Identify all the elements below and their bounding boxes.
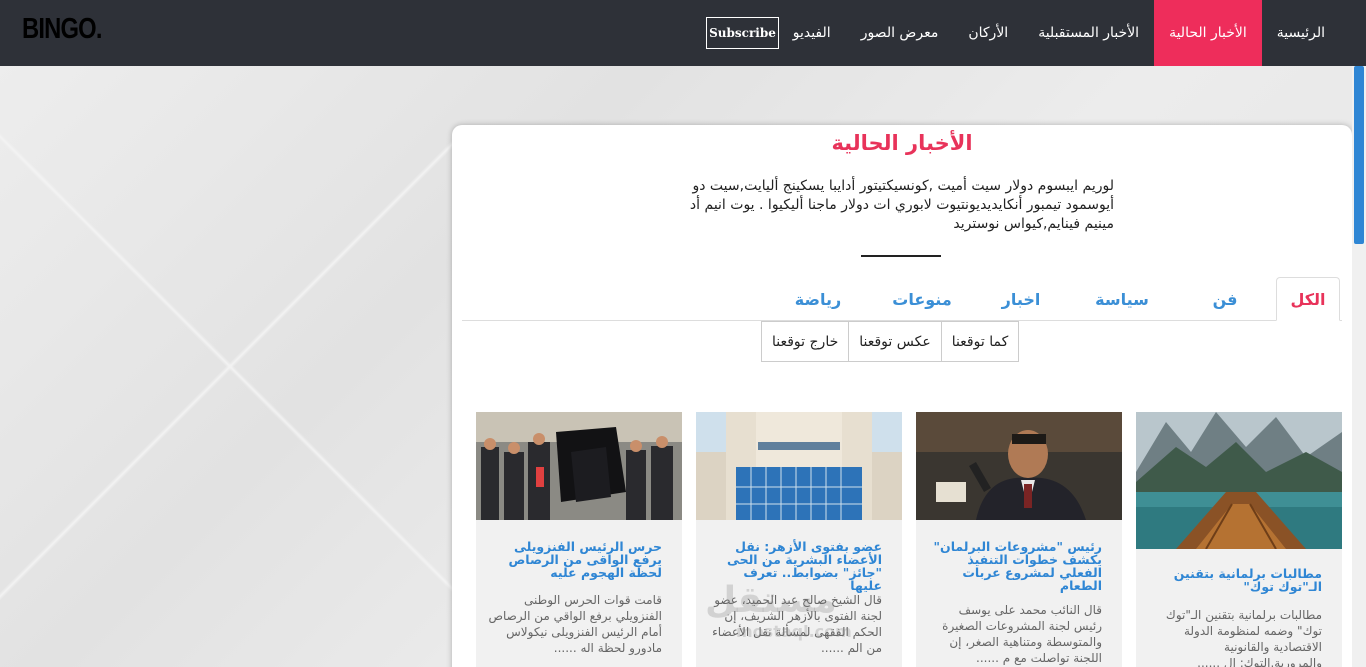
news-card[interactable]: رئيس "مشروعات البرلمان" يكشف خطوات التنف…	[916, 412, 1122, 667]
watermark-logo: مستقل	[705, 580, 837, 621]
current-news-section: الأخبار الحالية لوريم ايبسوم دولار سيت أ…	[452, 125, 1352, 667]
news-card[interactable]: حرس الرئيس الفنزويلى يرفع الواقى من الرص…	[476, 412, 682, 667]
news-excerpt: مطالبات برلمانية بتقنين الـ"توك توك" وضم…	[1165, 608, 1322, 667]
tab-category[interactable]: فن	[1196, 277, 1254, 321]
news-image-parliament[interactable]	[916, 412, 1122, 520]
filter-button-group: خارج توقعنا عكس توقعنا كما توقعنا	[761, 321, 1020, 362]
filter-button[interactable]: كما توقعنا	[940, 321, 1020, 362]
tab-category[interactable]: رياضة	[778, 277, 858, 321]
news-image-boat[interactable]	[1136, 412, 1342, 549]
nav-item[interactable]: الفيديو	[778, 0, 846, 66]
tab-all[interactable]: الكل	[1276, 277, 1340, 321]
tab-category[interactable]: منوعات	[880, 277, 964, 321]
nav-item[interactable]: الأركان	[953, 0, 1023, 66]
top-navbar: BINGO. Subscribe الفيديو معرض الصور الأركا…	[0, 0, 1366, 66]
news-title[interactable]: مطالبات برلمانية بتقنين الـ"توك توك"	[1148, 567, 1322, 593]
tab-category[interactable]: سياسة	[1082, 277, 1162, 321]
nav-item[interactable]: معرض الصور	[846, 0, 954, 66]
filter-button[interactable]: عكس توقعنا	[848, 321, 942, 362]
news-title[interactable]: رئيس "مشروعات البرلمان" يكشف خطوات التنف…	[928, 540, 1102, 592]
site-logo[interactable]: BINGO.	[22, 13, 102, 46]
watermark-domain: mostaql.com	[736, 622, 852, 641]
news-excerpt: قال النائب محمد على يوسف رئيس لجنة المشر…	[942, 603, 1102, 665]
section-intro: لوريم ايبسوم دولار سيت أميت ,كونسيكتيتور…	[689, 178, 1114, 232]
title-divider	[861, 255, 941, 257]
news-title[interactable]: حرس الرئيس الفنزويلى يرفع الواقى من الرص…	[488, 540, 662, 579]
main-nav: الفيديو معرض الصور الأركان الأخبار المستقبل…	[778, 0, 1340, 66]
news-card[interactable]: مطالبات برلمانية بتقنين الـ"توك توك" مطا…	[1136, 412, 1342, 667]
background-pattern	[0, 66, 460, 667]
scrollbar-thumb[interactable]	[1354, 66, 1364, 244]
news-image-guards[interactable]	[476, 412, 682, 520]
nav-item[interactable]: الأخبار المستقبلية	[1023, 0, 1154, 66]
news-excerpt: قامت قوات الحرس الوطنى الفنزويلي برفع ال…	[488, 593, 662, 655]
subscribe-button[interactable]: Subscribe	[706, 17, 779, 49]
nav-item[interactable]: الرئيسية	[1262, 0, 1340, 66]
section-title: الأخبار الحالية	[831, 131, 973, 155]
news-image-azhar[interactable]	[696, 412, 902, 520]
tab-category[interactable]: اخبار	[992, 277, 1050, 321]
filter-button[interactable]: خارج توقعنا	[761, 321, 850, 362]
nav-item[interactable]: الأخبار الحالية	[1154, 0, 1262, 66]
